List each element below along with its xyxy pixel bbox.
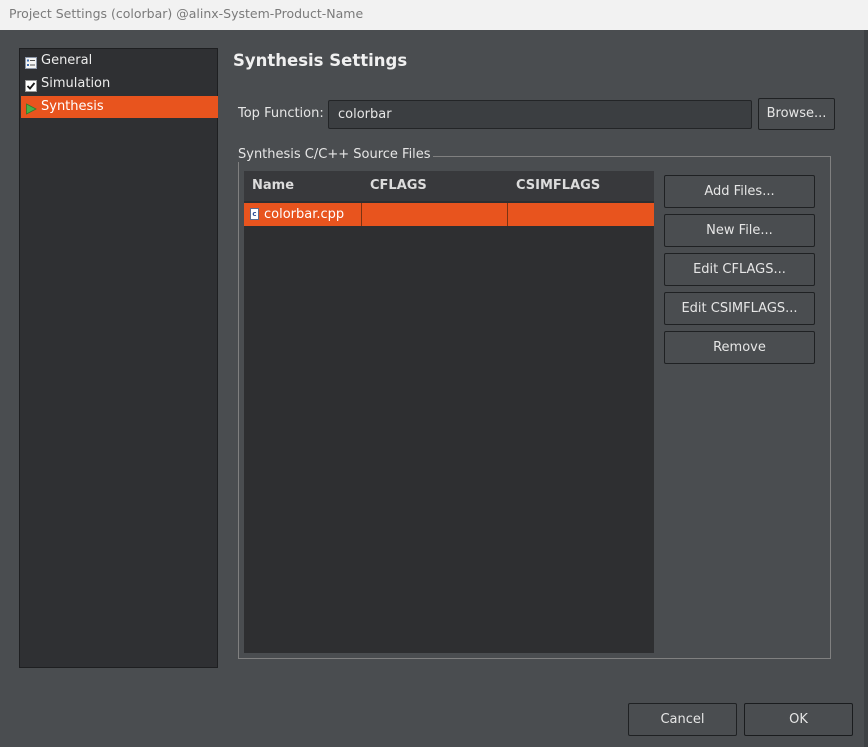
- column-header-name[interactable]: Name: [252, 171, 294, 201]
- file-name-cell: colorbar.cpp: [264, 207, 345, 222]
- page-title: Synthesis Settings: [233, 51, 408, 70]
- column-header-cflags[interactable]: CFLAGS: [370, 171, 427, 201]
- source-files-group-title: Synthesis C/C++ Source Files: [236, 147, 433, 162]
- edit-cflags-button[interactable]: Edit CFLAGS...: [664, 253, 815, 286]
- window-close-button[interactable]: [843, 3, 865, 25]
- column-divider: [361, 203, 362, 226]
- play-arrow-icon: [25, 101, 37, 115]
- browse-button[interactable]: Browse...: [758, 98, 835, 130]
- table-row[interactable]: c colorbar.cpp: [244, 203, 654, 226]
- window-title: Project Settings (colorbar) @alinx-Syste…: [9, 6, 364, 21]
- general-settings-icon: [25, 55, 37, 69]
- checkbox-checked-icon: [25, 78, 37, 92]
- column-divider: [507, 203, 508, 226]
- sidebar-item-synthesis[interactable]: Synthesis: [21, 96, 218, 118]
- sidebar-item-general[interactable]: General: [21, 50, 218, 72]
- sidebar-item-label: Synthesis: [41, 99, 104, 114]
- sidebar-item-label: Simulation: [41, 76, 111, 91]
- new-file-button[interactable]: New File...: [664, 214, 815, 247]
- sidebar-item-label: General: [41, 53, 93, 68]
- column-header-csimflags[interactable]: CSIMFLAGS: [516, 171, 600, 201]
- add-files-button[interactable]: Add Files...: [664, 175, 815, 208]
- top-function-label: Top Function:: [238, 106, 324, 121]
- cpp-file-icon: c: [250, 208, 259, 220]
- table-header: Name CFLAGS CSIMFLAGS: [244, 171, 654, 201]
- remove-button[interactable]: Remove: [664, 331, 815, 364]
- settings-category-list: General Simulation Synthesis: [19, 48, 218, 668]
- sidebar-item-simulation[interactable]: Simulation: [21, 73, 218, 95]
- top-function-input[interactable]: colorbar: [328, 100, 752, 129]
- edit-csimflags-button[interactable]: Edit CSIMFLAGS...: [664, 292, 815, 325]
- window-edge: [864, 30, 868, 747]
- cancel-button[interactable]: Cancel: [628, 703, 737, 736]
- title-bar: Project Settings (colorbar) @alinx-Syste…: [0, 0, 868, 30]
- source-files-table[interactable]: Name CFLAGS CSIMFLAGS c colorbar.cpp: [244, 171, 654, 653]
- ok-button[interactable]: OK: [744, 703, 853, 736]
